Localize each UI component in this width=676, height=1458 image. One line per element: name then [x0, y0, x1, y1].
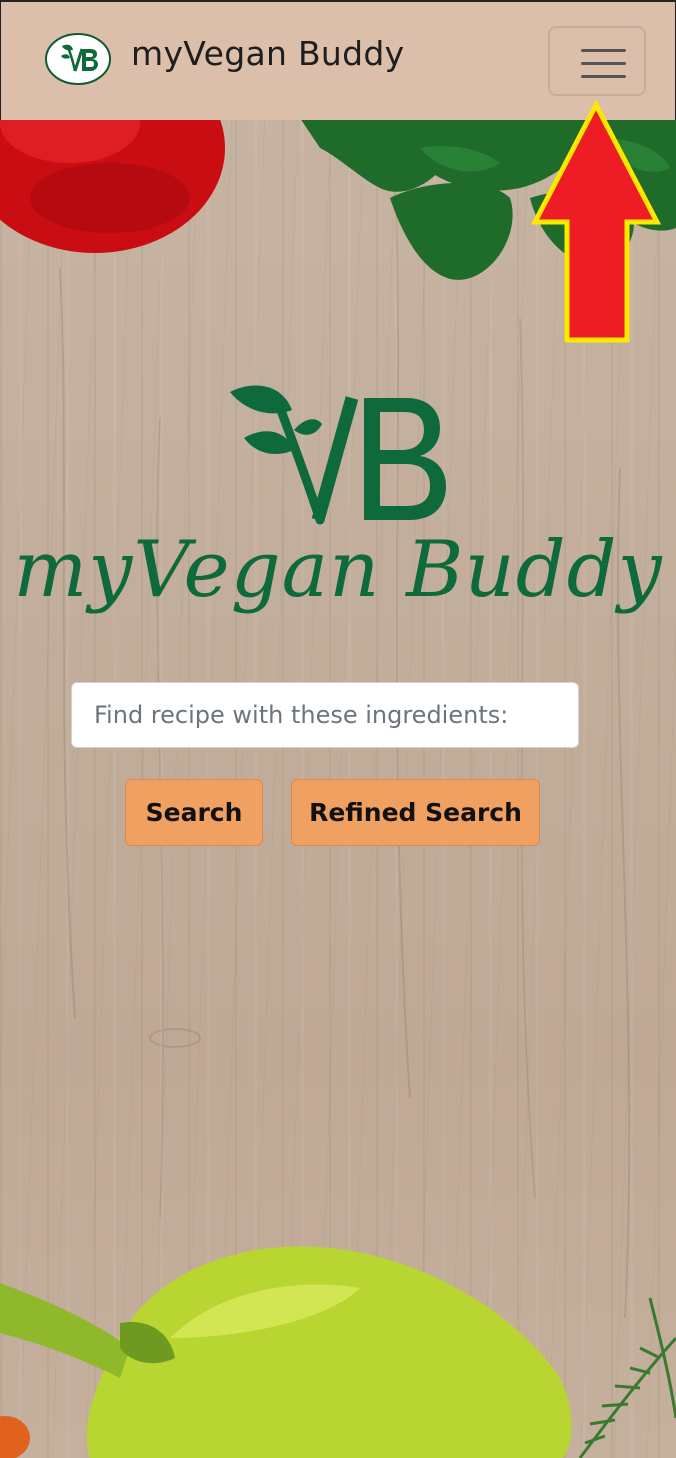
- refined-search-button[interactable]: Refined Search: [291, 779, 540, 846]
- search-button[interactable]: Search: [125, 779, 263, 846]
- red-up-arrow-icon: [530, 100, 662, 343]
- ingredient-search-input[interactable]: [71, 682, 579, 748]
- hero-vb-logo-icon: [230, 385, 446, 525]
- menu-toggle-button[interactable]: [548, 26, 646, 96]
- hamburger-menu-icon: [581, 49, 626, 78]
- brand-logo-icon[interactable]: [44, 32, 112, 86]
- brand-name[interactable]: myVegan Buddy: [131, 32, 404, 76]
- hero-title: myVegan Buddy: [13, 525, 663, 615]
